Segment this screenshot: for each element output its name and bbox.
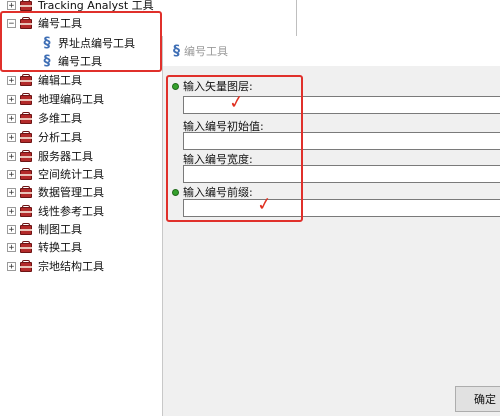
toolbox-icon bbox=[19, 185, 34, 199]
tree-item-parcel-fabric-tools[interactable]: + 宗地结构工具 bbox=[7, 258, 104, 274]
expand-icon[interactable]: + bbox=[7, 242, 16, 252]
script-tool-icon: § bbox=[43, 52, 51, 69]
expand-icon[interactable]: + bbox=[7, 169, 16, 179]
expand-icon[interactable]: + bbox=[7, 206, 16, 216]
expand-icon[interactable]: + bbox=[7, 187, 16, 197]
tree-item-label: 界址点编号工具 bbox=[58, 37, 135, 50]
script-tool-icon: § bbox=[43, 34, 51, 51]
toolbox-icon bbox=[19, 16, 34, 30]
tree-item-label: 线性参考工具 bbox=[38, 205, 104, 218]
expand-icon[interactable]: + bbox=[7, 0, 16, 10]
tree-item-analysis-tools[interactable]: + 分析工具 bbox=[7, 129, 82, 145]
expand-icon[interactable]: + bbox=[7, 224, 16, 234]
ok-button[interactable]: 确定 bbox=[455, 386, 500, 412]
tree-item-label: 制图工具 bbox=[38, 223, 82, 236]
tree-item-cartography-tools[interactable]: + 制图工具 bbox=[7, 221, 82, 237]
tree-item-multidimension-tools[interactable]: + 多维工具 bbox=[7, 110, 82, 126]
numbering-tool-dialog: § 编号工具 输入矢量图层: 输入编号初始值: 输入编号宽度: 输入编号前缀: … bbox=[162, 36, 500, 416]
dialog-title: 编号工具 bbox=[184, 45, 228, 58]
tree-item-label: 转换工具 bbox=[38, 241, 82, 254]
tree-item-server-tools[interactable]: + 服务器工具 bbox=[7, 148, 93, 164]
toolbox-icon bbox=[19, 0, 34, 12]
checkmark-annotation-icon: ✓ bbox=[227, 91, 246, 114]
tree-item-conversion-tools[interactable]: + 转换工具 bbox=[7, 239, 82, 255]
toolbox-tree: + Tracking Analyst 工具 − 编号工具 § 界址点编号工具 §… bbox=[0, 0, 162, 416]
tree-item-geocoding-tools[interactable]: + 地理编码工具 bbox=[7, 91, 104, 107]
tree-item-label: 分析工具 bbox=[38, 131, 82, 144]
tree-item-numbering-tools[interactable]: − 编号工具 bbox=[7, 15, 82, 31]
tree-item-label: 服务器工具 bbox=[38, 150, 93, 163]
tree-item-label: 空间统计工具 bbox=[38, 168, 104, 181]
script-tool-icon: § bbox=[173, 43, 180, 59]
expand-icon[interactable]: + bbox=[7, 113, 16, 123]
expand-icon[interactable]: + bbox=[7, 151, 16, 161]
toolbox-icon bbox=[19, 259, 34, 273]
start-number-input[interactable] bbox=[183, 132, 500, 150]
toolbox-icon bbox=[19, 222, 34, 236]
dialog-titlebar[interactable]: § 编号工具 bbox=[163, 36, 500, 66]
tree-item-label: 宗地结构工具 bbox=[38, 260, 104, 273]
toolbox-icon bbox=[19, 73, 34, 87]
expand-icon[interactable]: + bbox=[7, 94, 16, 104]
required-field-dot-icon bbox=[172, 189, 179, 196]
toolbox-icon bbox=[19, 240, 34, 254]
toolbox-icon bbox=[19, 204, 34, 218]
expand-icon[interactable]: + bbox=[7, 261, 16, 271]
expand-icon[interactable]: + bbox=[7, 75, 16, 85]
number-prefix-label: 输入编号前缀: bbox=[183, 186, 253, 199]
tree-item-label: 地理编码工具 bbox=[38, 93, 104, 106]
toolbox-icon bbox=[19, 130, 34, 144]
tree-item-label: 编辑工具 bbox=[38, 74, 82, 87]
tree-item-label: 数据管理工具 bbox=[38, 186, 104, 199]
toolbox-icon bbox=[19, 111, 34, 125]
toolbox-icon bbox=[19, 149, 34, 163]
tree-item-editing-tools[interactable]: + 编辑工具 bbox=[7, 72, 82, 88]
number-prefix-input[interactable] bbox=[183, 199, 500, 217]
tree-item-linear-referencing-tools[interactable]: + 线性参考工具 bbox=[7, 203, 104, 219]
tree-item-spatial-statistics-tools[interactable]: + 空间统计工具 bbox=[7, 166, 104, 182]
tree-item-label: Tracking Analyst 工具 bbox=[38, 0, 154, 12]
required-field-dot-icon bbox=[172, 83, 179, 90]
tree-item-label: 编号工具 bbox=[58, 55, 102, 68]
checkmark-annotation-icon: ✓ bbox=[255, 193, 274, 216]
tree-item-data-management-tools[interactable]: + 数据管理工具 bbox=[7, 184, 104, 200]
collapse-icon[interactable]: − bbox=[7, 18, 16, 28]
panel-divider bbox=[296, 0, 303, 36]
tree-item-boundary-point-numbering[interactable]: § 界址点编号工具 bbox=[40, 34, 136, 51]
toolbox-icon bbox=[19, 92, 34, 106]
tree-item-label: 编号工具 bbox=[38, 17, 82, 30]
tree-item-tracking-analyst[interactable]: + Tracking Analyst 工具 bbox=[7, 0, 154, 13]
tree-item-label: 多维工具 bbox=[38, 112, 82, 125]
toolbox-icon bbox=[19, 167, 34, 181]
number-width-input[interactable] bbox=[183, 165, 500, 183]
tree-item-numbering-tool[interactable]: § 编号工具 bbox=[40, 52, 103, 69]
expand-icon[interactable]: + bbox=[7, 132, 16, 142]
